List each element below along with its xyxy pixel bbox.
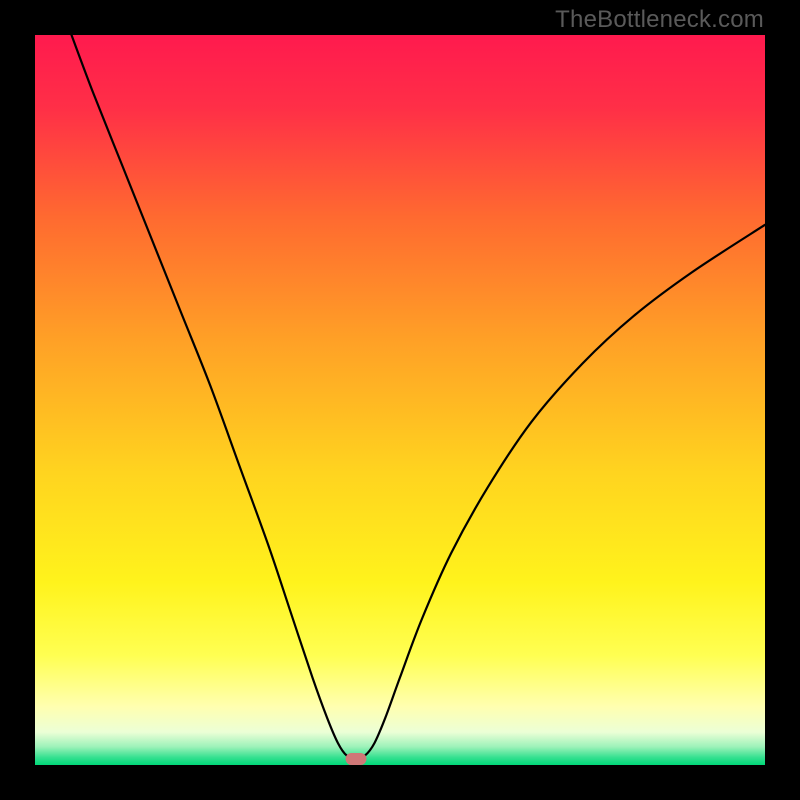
chart-background	[35, 35, 765, 765]
optimal-marker	[346, 753, 367, 765]
chart-svg	[35, 35, 765, 765]
watermark-text: TheBottleneck.com	[555, 6, 764, 34]
chart-frame	[35, 35, 765, 765]
